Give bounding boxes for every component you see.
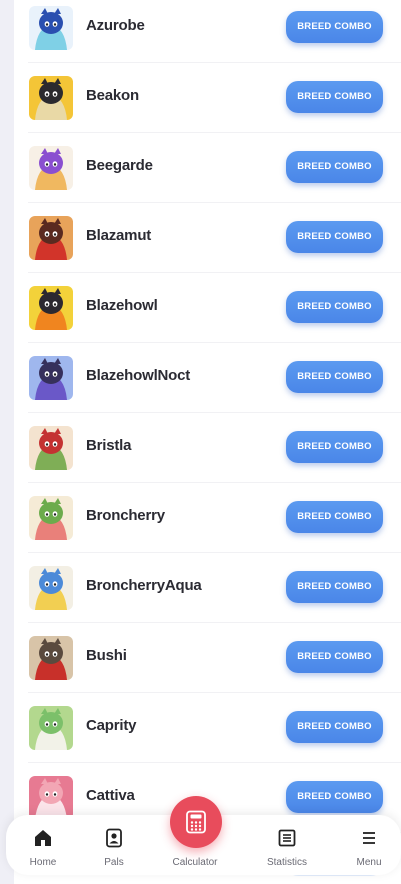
pal-row: Beegarde BREED COMBO (28, 133, 401, 203)
app-viewport: Azurobe BREED COMBO Beakon BREED COMBO Beega… (0, 0, 401, 884)
pal-name: Blazamut (86, 227, 152, 244)
pal-row: Blazamut BREED COMBO (28, 203, 401, 273)
pal-avatar (29, 776, 73, 820)
pal-name: BlazehowlNoct (86, 367, 191, 384)
nav-home[interactable]: Home (6, 815, 80, 875)
pal-name: BroncherryAqua (86, 577, 202, 594)
pal-row: Bristla BREED COMBO (28, 413, 401, 483)
statistics-icon (277, 828, 297, 848)
breed-combo-button[interactable]: BREED COMBO (286, 781, 383, 813)
pal-name: Caprity (86, 717, 137, 734)
pal-row: BroncherryAqua BREED COMBO (28, 553, 401, 623)
breed-combo-button[interactable]: BREED COMBO (286, 11, 383, 43)
pal-avatar (29, 706, 73, 750)
nav-pals-label: Pals (104, 857, 124, 868)
breed-combo-button[interactable]: BREED COMBO (286, 291, 383, 323)
breed-combo-button[interactable]: BREED COMBO (286, 151, 383, 183)
pal-avatar (29, 6, 73, 50)
nav-menu-label: Menu (356, 857, 382, 868)
pal-row: BlazehowlNoct BREED COMBO (28, 343, 401, 413)
pal-avatar (29, 216, 73, 260)
breed-combo-button[interactable]: BREED COMBO (286, 711, 383, 743)
nav-home-label: Home (29, 857, 57, 868)
breed-combo-button[interactable]: BREED COMBO (286, 81, 383, 113)
pal-name: Beegarde (86, 157, 153, 174)
breed-combo-button[interactable]: BREED COMBO (286, 361, 383, 393)
pal-row: Azurobe BREED COMBO (28, 0, 401, 63)
pal-name: Blazehowl (86, 297, 158, 314)
pal-list-card: Azurobe BREED COMBO Beakon BREED COMBO Beega… (14, 0, 401, 884)
breed-combo-button[interactable]: BREED COMBO (286, 431, 383, 463)
pal-avatar (29, 286, 73, 330)
pal-avatar (29, 76, 73, 120)
nav-menu[interactable]: Menu (332, 815, 401, 875)
id-card-icon (104, 828, 124, 848)
nav-statistics-label: Statistics (266, 857, 307, 868)
pal-name: Cattiva (86, 787, 135, 804)
pal-name: Azurobe (86, 17, 145, 34)
home-icon (33, 828, 53, 848)
pal-avatar (29, 356, 73, 400)
pal-name: Broncherry (86, 507, 165, 524)
calculator-button[interactable] (170, 796, 222, 848)
menu-icon (359, 828, 379, 848)
pal-avatar (29, 426, 73, 470)
pal-row: Blazehowl BREED COMBO (28, 273, 401, 343)
nav-pals[interactable]: Pals (77, 815, 151, 875)
pal-row: Beakon BREED COMBO (28, 63, 401, 133)
pal-row: Bushi BREED COMBO (28, 623, 401, 693)
breed-combo-button[interactable]: BREED COMBO (286, 501, 383, 533)
breed-combo-button[interactable]: BREED COMBO (286, 221, 383, 253)
pal-row: Broncherry BREED COMBO (28, 483, 401, 553)
nav-calculator-label: Calculator (172, 857, 218, 868)
pal-avatar (29, 566, 73, 610)
breed-combo-button[interactable]: BREED COMBO (286, 641, 383, 673)
pal-name: Beakon (86, 87, 139, 104)
nav-statistics[interactable]: Statistics (250, 815, 324, 875)
calculator-icon (186, 810, 206, 834)
pal-avatar (29, 636, 73, 680)
pal-row: Caprity BREED COMBO (28, 693, 401, 763)
pal-avatar (29, 496, 73, 540)
breed-combo-button[interactable]: BREED COMBO (286, 571, 383, 603)
pal-avatar (29, 146, 73, 190)
pal-name: Bristla (86, 437, 132, 454)
pal-name: Bushi (86, 647, 127, 664)
